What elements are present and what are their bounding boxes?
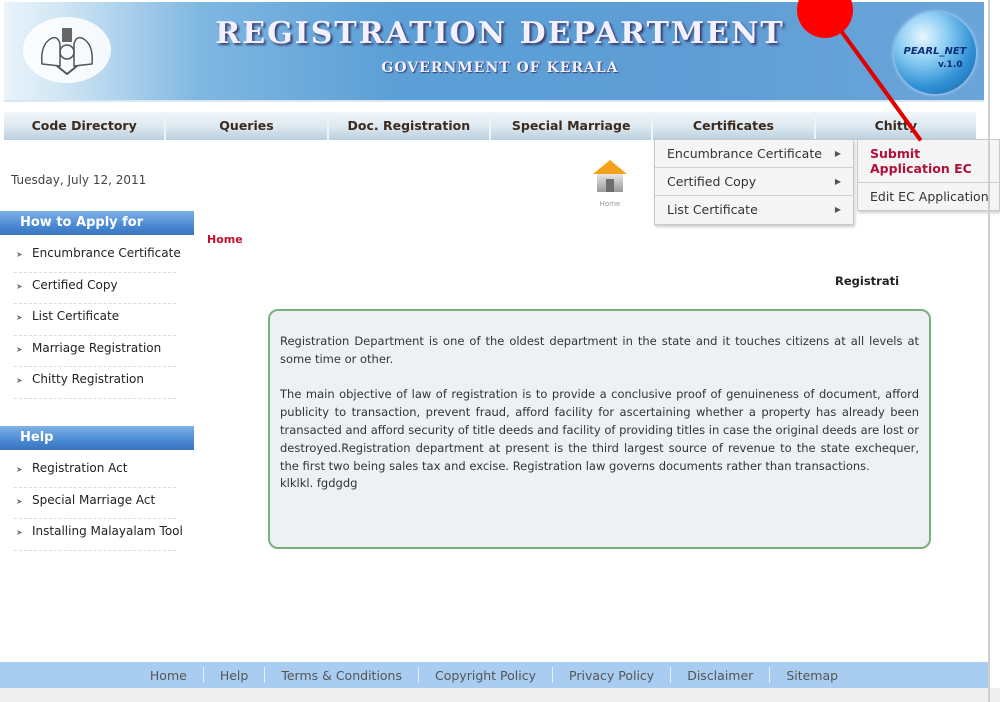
menu-item-label: Certified Copy	[667, 174, 757, 189]
footer-link-terms[interactable]: Terms & Conditions	[265, 668, 418, 683]
footer-bottom-strip	[0, 688, 1000, 702]
submenu-item-submit-application-ec[interactable]: Submit Application EC	[858, 140, 999, 183]
nav-queries[interactable]: Queries	[166, 112, 329, 140]
submenu-arrow-icon: ▶	[834, 149, 841, 158]
sidebar-item-encumbrance-certificate[interactable]: ➤ Encumbrance Certificate	[14, 241, 181, 273]
page: PEARL_NET v.1.0 REGISTRATION DEPARTMENT …	[0, 0, 1000, 702]
about-paragraph-3: klklkl. fgdgdg	[280, 476, 358, 491]
sidebar-item-label: Marriage Registration	[32, 340, 162, 355]
menu-item-certified-copy[interactable]: Certified Copy ▶	[655, 168, 853, 196]
submenu-arrow-icon: ▶	[834, 205, 841, 214]
sidebar-item-chitty-registration[interactable]: ➤ Chitty Registration	[14, 367, 176, 399]
main-nav: Code Directory Queries Doc. Registration…	[4, 112, 976, 140]
site-subtitle: GOVERNMENT OF KERALA	[381, 60, 619, 76]
footer-nav: Home Help Terms & Conditions Copyright P…	[0, 662, 988, 688]
home-icon	[588, 160, 632, 192]
sidebar-item-registration-act[interactable]: ➤ Registration Act	[14, 456, 176, 488]
menu-item-list-certificate[interactable]: List Certificate ▶	[655, 196, 853, 224]
sidebar-item-label: Installing Malayalam Tool	[32, 524, 183, 538]
sidebar-list-help: ➤ Registration Act ➤ Special Marriage Act …	[14, 456, 183, 551]
footer-link-privacy[interactable]: Privacy Policy	[553, 668, 670, 683]
bullet-arrow-icon: ➤	[16, 313, 23, 322]
sidebar-header-how-to-apply: How to Apply for	[0, 211, 194, 235]
sidebar-item-label: Registration Act	[32, 461, 128, 475]
sidebar-item-special-marriage-act[interactable]: ➤ Special Marriage Act	[14, 488, 176, 519]
sidebar-item-marriage-registration[interactable]: ➤ Marriage Registration	[14, 336, 176, 367]
nav-chitty[interactable]: Chitty	[816, 112, 976, 140]
menu-item-encumbrance-certificate[interactable]: Encumbrance Certificate ▶	[655, 140, 853, 168]
nav-special-marriage[interactable]: Special Marriage	[491, 112, 654, 140]
window-right-border	[988, 0, 990, 702]
footer-link-copyright[interactable]: Copyright Policy	[419, 668, 552, 683]
footer-link-home[interactable]: Home	[134, 668, 203, 683]
bullet-arrow-icon: ➤	[16, 465, 23, 474]
submenu-arrow-icon: ▶	[834, 177, 841, 186]
home-caption: Home	[599, 200, 621, 208]
bullet-arrow-icon: ➤	[16, 281, 23, 291]
sidebar-item-label: Chitty Registration	[32, 372, 145, 386]
about-paragraph-2: The main objective of law of registratio…	[280, 387, 919, 473]
about-content-box: Registration Department is one of the ol…	[268, 309, 931, 549]
encumbrance-submenu: Submit Application EC Edit EC Applicatio…	[857, 139, 1000, 211]
bullet-arrow-icon: ➤	[16, 344, 23, 354]
sidebar-item-label: List Certificate	[32, 309, 120, 323]
bullet-arrow-icon: ➤	[16, 376, 23, 385]
nav-code-directory[interactable]: Code Directory	[4, 112, 167, 140]
footer-link-help[interactable]: Help	[204, 668, 265, 683]
sidebar-item-installing-malayalam-tool[interactable]: ➤ Installing Malayalam Tool	[14, 519, 183, 551]
current-date: Tuesday, July 12, 2011	[11, 173, 147, 187]
nav-certificates[interactable]: Certificates	[653, 112, 816, 140]
scrolling-marquee-text: Registrati	[835, 274, 900, 288]
bullet-arrow-icon: ➤	[16, 528, 23, 537]
sidebar-item-list-certificate[interactable]: ➤ List Certificate	[14, 304, 176, 336]
breadcrumb-home-link[interactable]: Home	[207, 233, 243, 246]
sidebar-item-label: Certified Copy	[32, 277, 118, 292]
certificates-dropdown-menu: Encumbrance Certificate ▶ Certified Copy ▶…	[654, 139, 854, 225]
footer-link-disclaimer[interactable]: Disclaimer	[671, 668, 769, 683]
sidebar-item-label: Encumbrance Certificate	[32, 246, 181, 260]
sidebar-list-how-to-apply: ➤ Encumbrance Certificate ➤ Certified Copy…	[14, 241, 181, 399]
sidebar-item-label: Special Marriage Act	[32, 492, 156, 507]
menu-item-label: List Certificate	[667, 202, 758, 217]
sidebar-item-certified-copy[interactable]: ➤ Certified Copy	[14, 273, 176, 304]
menu-item-label: Encumbrance Certificate	[667, 146, 822, 161]
footer-link-sitemap[interactable]: Sitemap	[770, 668, 854, 683]
bullet-arrow-icon: ➤	[16, 496, 23, 506]
sidebar-header-help: Help	[0, 426, 194, 450]
bullet-arrow-icon: ➤	[16, 250, 23, 259]
submenu-item-edit-ec-application[interactable]: Edit EC Application	[858, 183, 999, 210]
nav-doc-registration[interactable]: Doc. Registration	[329, 112, 491, 140]
home-shortcut[interactable]: Home	[588, 160, 632, 208]
about-paragraph-1: Registration Department is one of the ol…	[280, 334, 919, 366]
